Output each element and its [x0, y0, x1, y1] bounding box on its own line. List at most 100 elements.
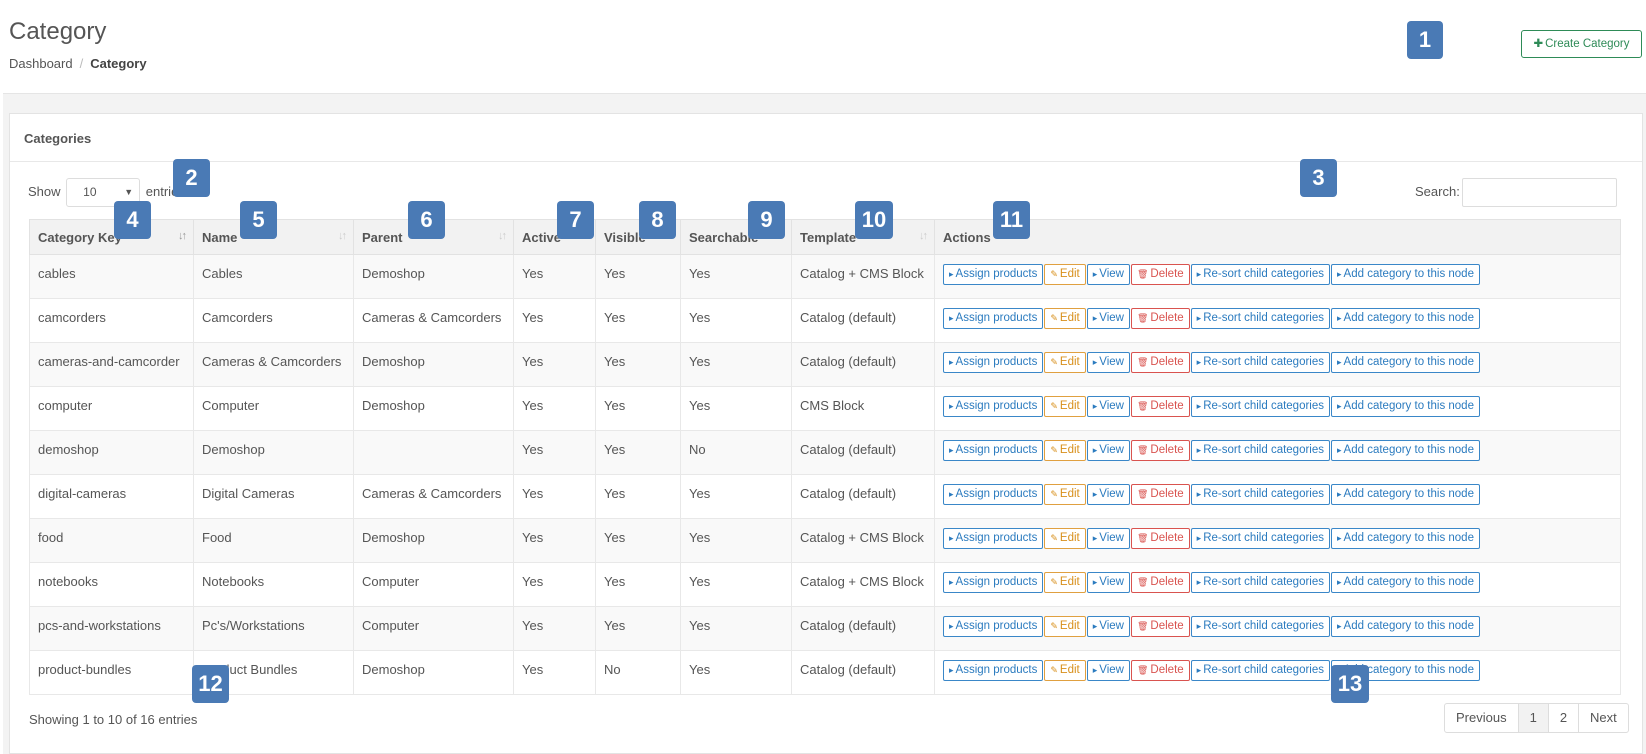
annotation-badge: 9 [748, 201, 785, 239]
edit-button[interactable]: ✎ Edit [1044, 572, 1086, 593]
table-cell: Demoshop [353, 342, 514, 387]
assign-products-button[interactable]: ▸ Assign products [943, 484, 1044, 505]
edit-button[interactable]: ✎ Edit [1044, 352, 1086, 373]
table-cell: Demoshop [353, 650, 514, 695]
assign-products-button[interactable]: ▸ Assign products [943, 264, 1044, 285]
resort-child-categories-button[interactable]: ▸ Re-sort child categories [1190, 264, 1331, 285]
edit-button[interactable]: ✎ Edit [1044, 264, 1086, 285]
search-input[interactable] [1462, 178, 1617, 207]
table-cell: Yes [513, 562, 596, 607]
delete-button[interactable]: 🗑 Delete [1130, 308, 1190, 329]
add-category-to-node-button[interactable]: ▸Add category to this node [1331, 396, 1480, 417]
edit-icon: ✎ [1050, 401, 1058, 411]
edit-button[interactable]: ✎ Edit [1044, 396, 1086, 417]
table-cell: Yes [513, 386, 596, 431]
pagination-page-2[interactable]: 2 [1547, 703, 1580, 733]
annotation-badge: 5 [240, 201, 277, 239]
pagination-page-1[interactable]: 1 [1517, 703, 1549, 733]
add-category-to-node-button[interactable]: ▸Add category to this node [1331, 308, 1480, 329]
assign-products-button[interactable]: ▸ Assign products [943, 440, 1044, 461]
assign-products-button[interactable]: ▸ Assign products [943, 572, 1044, 593]
table-cell: computer [29, 386, 194, 431]
action-label: Add category to this node [1343, 400, 1474, 412]
trash-icon: 🗑 [1136, 269, 1149, 279]
table-cell: Cameras & Camcorders [193, 342, 354, 387]
add-category-to-node-button[interactable]: ▸Add category to this node [1331, 528, 1480, 549]
action-label: Assign products [955, 356, 1038, 368]
delete-button[interactable]: 🗑 Delete [1130, 528, 1190, 549]
view-button[interactable]: ▸ View [1086, 440, 1130, 461]
assign-products-button[interactable]: ▸ Assign products [943, 396, 1044, 417]
delete-button[interactable]: 🗑 Delete [1130, 660, 1190, 681]
add-category-to-node-button[interactable]: ▸Add category to this node [1331, 616, 1480, 637]
action-label: View [1099, 400, 1124, 412]
table-cell: Yes [595, 342, 681, 387]
column-header-category-key[interactable]: Category Key ↓↑ [29, 219, 194, 255]
delete-button[interactable]: 🗑 Delete [1130, 616, 1190, 637]
table-cell: pcs-and-workstations [29, 606, 194, 651]
delete-button[interactable]: 🗑 Delete [1130, 484, 1190, 505]
breadcrumb-dashboard-link[interactable]: Dashboard [9, 56, 73, 71]
delete-button[interactable]: 🗑 Delete [1130, 264, 1190, 285]
assign-products-button[interactable]: ▸ Assign products [943, 352, 1044, 373]
view-button[interactable]: ▸ View [1086, 616, 1130, 637]
edit-button[interactable]: ✎ Edit [1044, 660, 1086, 681]
add-category-to-node-button[interactable]: ▸Add category to this node [1331, 484, 1480, 505]
caret-right-icon: ▸ [1196, 621, 1202, 631]
assign-products-button[interactable]: ▸ Assign products [943, 528, 1044, 549]
edit-button[interactable]: ✎ Edit [1044, 440, 1086, 461]
resort-child-categories-button[interactable]: ▸ Re-sort child categories [1190, 484, 1331, 505]
view-button[interactable]: ▸ View [1086, 660, 1130, 681]
caret-right-icon: ▸ [1337, 357, 1342, 367]
delete-button[interactable]: 🗑 Delete [1130, 396, 1190, 417]
table-cell: Yes [680, 386, 792, 431]
create-category-button[interactable]: ✚ Create Category [1521, 30, 1642, 58]
view-button[interactable]: ▸ View [1086, 352, 1130, 373]
edit-button[interactable]: ✎ Edit [1044, 616, 1086, 637]
assign-products-button[interactable]: ▸ Assign products [943, 660, 1044, 681]
resort-child-categories-button[interactable]: ▸ Re-sort child categories [1190, 660, 1331, 681]
view-button[interactable]: ▸ View [1086, 484, 1130, 505]
edit-button[interactable]: ✎ Edit [1044, 528, 1086, 549]
caret-right-icon: ▸ [1196, 665, 1202, 675]
view-button[interactable]: ▸ View [1086, 396, 1130, 417]
resort-child-categories-button[interactable]: ▸ Re-sort child categories [1190, 616, 1331, 637]
annotation-badge: 10 [855, 201, 893, 239]
add-category-to-node-button[interactable]: ▸Add category to this node [1331, 440, 1480, 461]
pagination-previous[interactable]: Previous [1444, 703, 1519, 733]
caret-right-icon: ▸ [1092, 313, 1098, 323]
resort-child-categories-button[interactable]: ▸ Re-sort child categories [1190, 440, 1331, 461]
add-category-to-node-button[interactable]: ▸Add category to this node [1331, 352, 1480, 373]
assign-products-button[interactable]: ▸ Assign products [943, 308, 1044, 329]
table-cell: Digital Cameras [193, 474, 354, 519]
caret-right-icon: ▸ [949, 665, 954, 675]
table-cell: Yes [595, 298, 681, 343]
resort-child-categories-button[interactable]: ▸ Re-sort child categories [1190, 528, 1331, 549]
view-button[interactable]: ▸ View [1086, 308, 1130, 329]
resort-child-categories-button[interactable]: ▸ Re-sort child categories [1190, 352, 1331, 373]
table-cell: product-bundles [29, 650, 194, 695]
resort-child-categories-button[interactable]: ▸ Re-sort child categories [1190, 396, 1331, 417]
trash-icon: 🗑 [1136, 401, 1149, 411]
view-button[interactable]: ▸ View [1086, 528, 1130, 549]
assign-products-button[interactable]: ▸ Assign products [943, 616, 1044, 637]
action-label: Add category to this node [1343, 444, 1474, 456]
delete-button[interactable]: 🗑 Delete [1130, 352, 1190, 373]
add-category-to-node-button[interactable]: ▸Add category to this node [1331, 264, 1480, 285]
add-category-to-node-button[interactable]: ▸Add category to this node [1331, 572, 1480, 593]
pagination-next[interactable]: Next [1578, 703, 1629, 733]
view-button[interactable]: ▸ View [1086, 264, 1130, 285]
table-row: food Food Demoshop Yes Yes Yes Catalog + CMS B… [29, 518, 1621, 563]
edit-button[interactable]: ✎ Edit [1044, 484, 1086, 505]
trash-icon: 🗑 [1136, 489, 1149, 499]
view-button[interactable]: ▸ View [1086, 572, 1130, 593]
table-info: Showing 1 to 10 of 16 entries [29, 712, 198, 727]
table-cell: Cameras & Camcorders [353, 474, 514, 519]
resort-child-categories-button[interactable]: ▸ Re-sort child categories [1190, 572, 1331, 593]
edit-button[interactable]: ✎ Edit [1044, 308, 1086, 329]
delete-button[interactable]: 🗑 Delete [1130, 440, 1190, 461]
resort-child-categories-button[interactable]: ▸ Re-sort child categories [1190, 308, 1331, 329]
table-row: demoshop Demoshop Yes Yes No Catalog (default… [29, 430, 1621, 475]
caret-right-icon: ▸ [1196, 489, 1202, 499]
delete-button[interactable]: 🗑 Delete [1130, 572, 1190, 593]
